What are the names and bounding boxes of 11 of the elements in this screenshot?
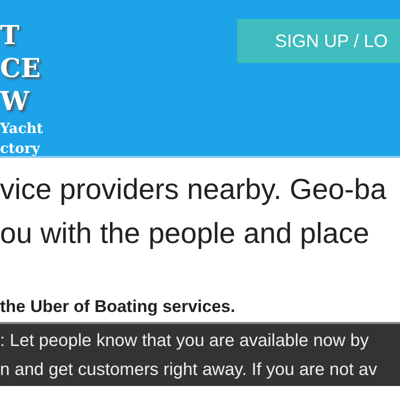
notice-text: : Let people know that you are available now by: [0, 329, 370, 352]
logo-tagline: ctory: [0, 140, 42, 159]
logo-text: T: [0, 20, 20, 53]
logo-text: CE: [0, 53, 42, 86]
tagline-text: the Uber of Boating services.: [0, 296, 236, 318]
intro-text: vice providers nearby. Geo-ba: [0, 173, 388, 208]
logo-text: W: [0, 86, 30, 119]
logo-tagline: Yacht: [0, 120, 44, 139]
notice-text: n and get customers right away. If you are not av: [0, 358, 378, 381]
intro-text: ou with the people and place: [0, 217, 370, 252]
signup-button[interactable]: SIGN UP / LO: [237, 19, 400, 63]
